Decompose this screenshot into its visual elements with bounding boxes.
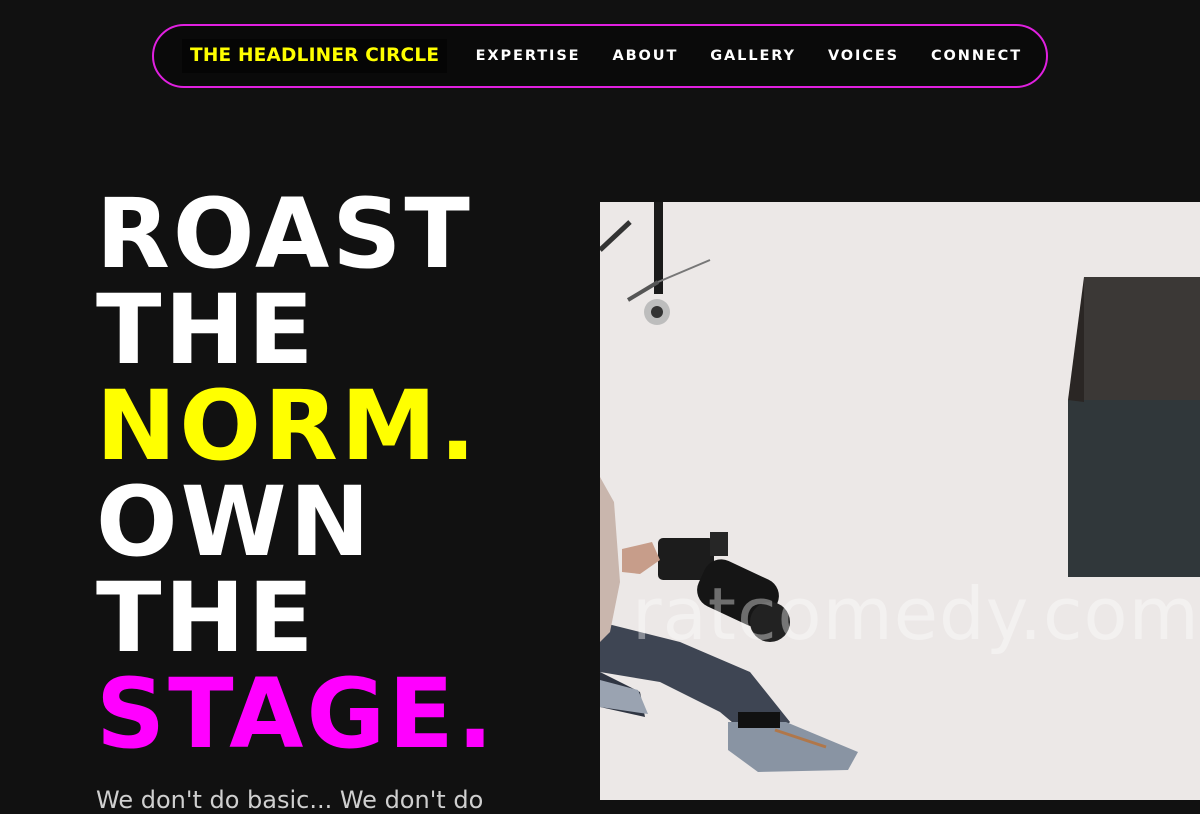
headline-line-4: OWN (96, 466, 373, 578)
photo-watermark: ratcomedy.com (632, 572, 1200, 656)
hero-subtext: We don't do basic... We don't do (96, 786, 484, 814)
headline-line-5: THE (96, 562, 317, 674)
nav-link-connect[interactable]: CONNECT (931, 48, 1022, 64)
hero-photo: ratcomedy.com (600, 202, 1200, 800)
headline-line-3: NORM. (96, 370, 479, 482)
top-navigation: THE HEADLINER CIRCLE EXPERTISE ABOUT GAL… (152, 24, 1048, 88)
nav-link-voices[interactable]: VOICES (828, 48, 899, 64)
nav-link-gallery[interactable]: GALLERY (710, 48, 796, 64)
nav-link-expertise[interactable]: EXPERTISE (476, 48, 581, 64)
headline-line-2: THE (96, 274, 317, 386)
photographer-illustration (600, 202, 1200, 800)
brand-logo[interactable]: THE HEADLINER CIRCLE (182, 39, 448, 73)
nav-links: EXPERTISE ABOUT GALLERY VOICES CONNECT (476, 26, 1022, 86)
headline-line-6: STAGE. (96, 658, 497, 770)
nav-link-about[interactable]: ABOUT (612, 48, 678, 64)
headline-line-1: ROAST (96, 178, 473, 290)
hero-headline: ROAST THE NORM. OWN THE STAGE. (96, 186, 496, 762)
